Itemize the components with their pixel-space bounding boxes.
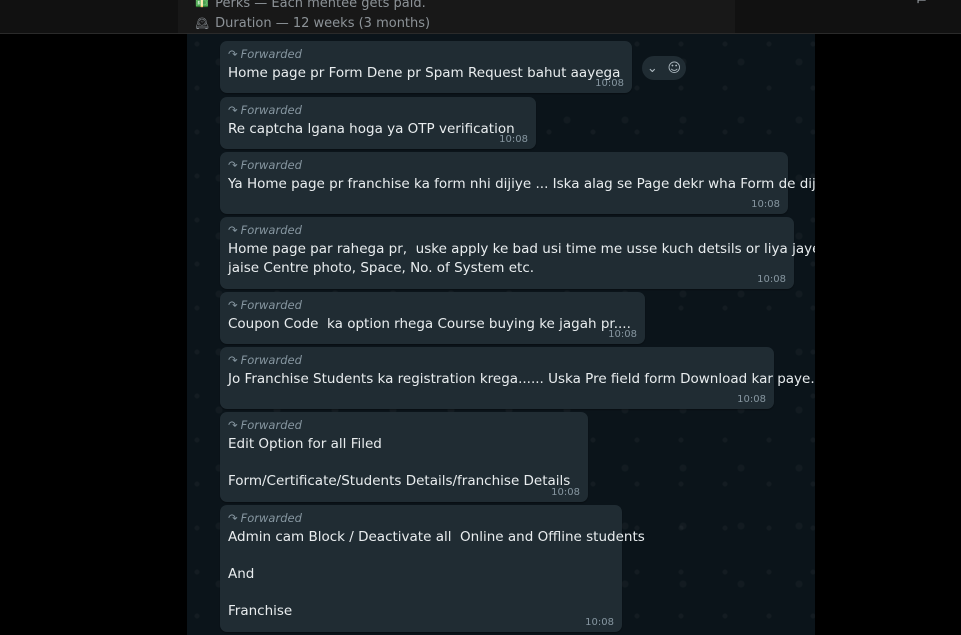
message-time: 10:08 bbox=[585, 617, 614, 628]
forwarded-label: ↷ Forwarded bbox=[228, 47, 302, 61]
message-bubble[interactable]: ↷ Forwarded Jo Franchise Students ka regi… bbox=[220, 347, 815, 409]
message-time: 10:08 bbox=[737, 394, 766, 405]
message-text: Coupon Code ka option rhega Course buyin… bbox=[228, 316, 631, 332]
forward-icon: ↷ bbox=[228, 158, 238, 172]
forwarded-label: ↷ Forwarded bbox=[228, 103, 302, 117]
forwarded-label: ↷ Forwarded bbox=[228, 223, 302, 237]
message-bubble[interactable]: ↷ Forwarded Home page pr Form Dene pr Spa… bbox=[220, 41, 632, 93]
snippet-line-duration: 🕰 Duration — 12 weeks (3 months) bbox=[195, 16, 430, 31]
forward-icon: ↷ bbox=[228, 353, 238, 367]
message-bubble[interactable]: ↷ Forwarded Ya Home page pr franchise ka … bbox=[220, 152, 815, 214]
forward-icon: ↷ bbox=[228, 418, 238, 432]
message-time: 10:08 bbox=[551, 487, 580, 498]
tail-icon: ⌐ bbox=[916, 0, 927, 9]
message-time: 10:08 bbox=[595, 78, 624, 89]
message-text: Admin cam Block / Deactivate all Online … bbox=[228, 529, 645, 619]
message-text: Home page par rahega pr, uske apply ke b… bbox=[228, 241, 815, 276]
message-text: Jo Franchise Students ka registration kr… bbox=[228, 371, 815, 387]
chat-panel[interactable]: ↷ Forwarded Home page pr Form Dene pr Spa… bbox=[187, 34, 815, 635]
snippet-line-perks: 💵 Perks — Each mentee gets paid. bbox=[195, 0, 426, 11]
top-bar: 💵 Perks — Each mentee gets paid. 🕰 Durat… bbox=[0, 0, 961, 34]
message-bubble[interactable]: ↷ Forwarded Admin cam Block / Deactivate … bbox=[220, 505, 645, 632]
money-icon: 💵 bbox=[195, 0, 209, 10]
forward-icon: ↷ bbox=[228, 511, 238, 525]
snippet-text: Duration — 12 weeks (3 months) bbox=[215, 16, 431, 31]
forward-icon: ↷ bbox=[228, 298, 238, 312]
clock-icon: 🕰 bbox=[195, 17, 209, 30]
message-time: 10:08 bbox=[751, 199, 780, 210]
forward-icon: ↷ bbox=[228, 47, 238, 61]
message-text: Edit Option for all Filed Form/Certifica… bbox=[228, 436, 571, 489]
message-text: Ya Home page pr franchise ka form nhi di… bbox=[228, 176, 815, 192]
message-time: 10:08 bbox=[499, 134, 528, 145]
forwarded-label: ↷ Forwarded bbox=[228, 298, 302, 312]
message-text: Home page pr Form Dene pr Spam Request b… bbox=[228, 65, 621, 81]
forwarded-label: ↷ Forwarded bbox=[228, 418, 302, 432]
message-text: Re captcha lgana hoga ya OTP verificatio… bbox=[228, 121, 515, 137]
forwarded-label: ↷ Forwarded bbox=[228, 158, 302, 172]
message-time: 10:08 bbox=[757, 274, 786, 285]
forward-icon: ↷ bbox=[228, 103, 238, 117]
previous-message-snippet: 💵 Perks — Each mentee gets paid. 🕰 Durat… bbox=[178, 0, 735, 33]
chevron-down-icon[interactable]: ⌄ bbox=[647, 61, 658, 76]
message-bubble[interactable]: ↷ Forwarded Re captcha lgana hoga ya OTP … bbox=[220, 97, 536, 149]
snippet-text: Perks — Each mentee gets paid. bbox=[215, 0, 426, 11]
message-time: 10:08 bbox=[608, 329, 637, 340]
forwarded-label: ↷ Forwarded bbox=[228, 353, 302, 367]
message-bubble[interactable]: ↷ Forwarded Edit Option for all Filed For… bbox=[220, 412, 588, 502]
message-actions: ⌄ ☺ bbox=[642, 56, 686, 80]
forward-icon: ↷ bbox=[228, 223, 238, 237]
message-bubble[interactable]: ↷ Forwarded Home page par rahega pr, uske… bbox=[220, 217, 815, 289]
emoji-reaction-icon[interactable]: ☺ bbox=[668, 61, 682, 76]
forwarded-label: ↷ Forwarded bbox=[228, 511, 302, 525]
message-bubble[interactable]: ↷ Forwarded Coupon Code ka option rhega C… bbox=[220, 292, 645, 344]
